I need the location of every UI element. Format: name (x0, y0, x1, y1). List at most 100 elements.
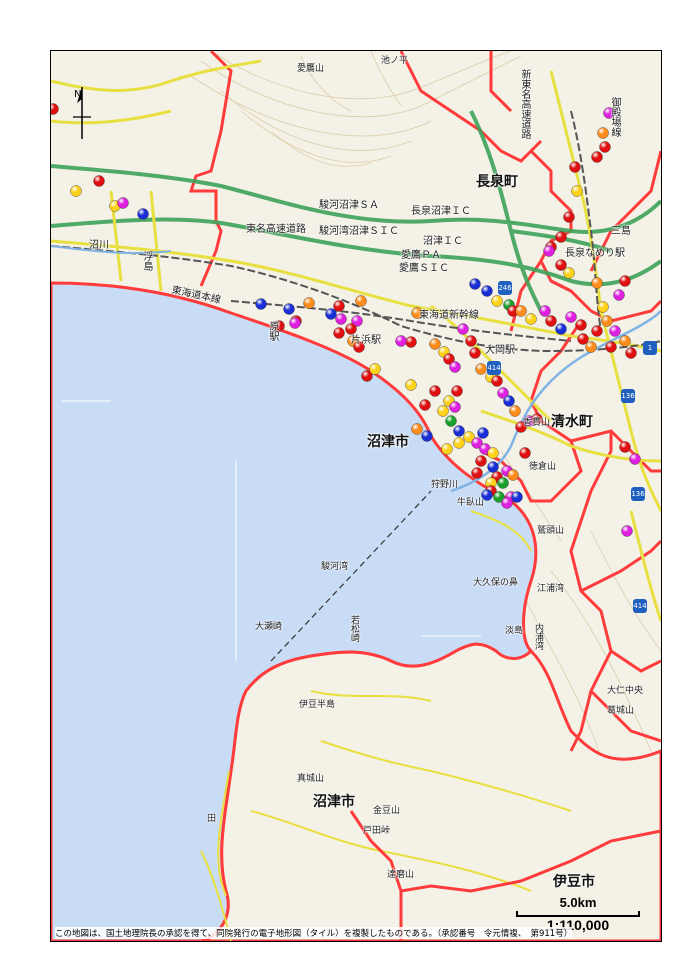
facility-marker[interactable] (591, 277, 603, 289)
facility-marker[interactable] (355, 295, 367, 307)
facility-marker[interactable] (465, 335, 477, 347)
facility-marker[interactable] (449, 401, 461, 413)
facility-marker[interactable] (469, 347, 481, 359)
label-numazu-sa: 駿河沼津ＳＡ (319, 200, 379, 211)
facility-marker[interactable] (545, 315, 557, 327)
label-uchiura: 内浦湾 (533, 623, 543, 650)
facility-marker[interactable] (451, 385, 463, 397)
facility-marker[interactable] (303, 297, 315, 309)
facility-marker[interactable] (601, 315, 613, 327)
label-aitaka-sic: 愛鷹ＳＩＣ (399, 263, 449, 274)
label-kanayama: 金豆山 (373, 806, 401, 816)
route-shield-414-north: 414 (487, 361, 501, 375)
facility-marker[interactable] (117, 197, 129, 209)
label-aitakayama: 愛鷹山 (297, 64, 325, 74)
facility-marker[interactable] (555, 231, 567, 243)
facility-marker[interactable] (429, 385, 441, 397)
facility-marker[interactable] (477, 427, 489, 439)
facility-marker[interactable] (501, 497, 513, 509)
facility-marker[interactable] (571, 185, 583, 197)
facility-marker[interactable] (453, 437, 465, 449)
facility-marker[interactable] (491, 295, 503, 307)
facility-marker[interactable] (597, 301, 609, 313)
map-frame[interactable]: N 愛鷹山 池ノ平 長泉町 新東名高速道路 東名高速道路 駿河沼津ＳＡ 駿河湾沼… (50, 50, 662, 942)
facility-marker[interactable] (475, 455, 487, 467)
label-nagaizumi: 長泉町 (476, 174, 518, 190)
facility-marker[interactable] (437, 405, 449, 417)
facility-marker[interactable] (591, 151, 603, 163)
facility-marker[interactable] (137, 208, 149, 220)
facility-marker[interactable] (629, 453, 641, 465)
facility-marker[interactable] (70, 185, 82, 197)
facility-marker[interactable] (345, 323, 357, 335)
facility-marker[interactable] (405, 336, 417, 348)
facility-marker[interactable] (411, 423, 423, 435)
facility-marker[interactable] (569, 161, 581, 173)
facility-marker[interactable] (597, 127, 609, 139)
facility-marker[interactable] (453, 425, 465, 437)
facility-marker[interactable] (519, 447, 531, 459)
facility-marker[interactable] (395, 335, 407, 347)
facility-marker[interactable] (619, 335, 631, 347)
label-wakamatsuzaki: 若松崎 (349, 615, 359, 642)
facility-marker[interactable] (283, 303, 295, 315)
facility-marker[interactable] (619, 441, 631, 453)
facility-marker[interactable] (625, 347, 637, 359)
facility-marker[interactable] (445, 415, 457, 427)
facility-marker[interactable] (577, 333, 589, 345)
facility-marker[interactable] (509, 405, 521, 417)
facility-marker[interactable] (491, 375, 503, 387)
facility-marker[interactable] (609, 325, 621, 337)
facility-marker[interactable] (621, 525, 633, 537)
facility-marker[interactable] (585, 341, 597, 353)
facility-marker[interactable] (575, 319, 587, 331)
facility-marker[interactable] (503, 395, 515, 407)
facility-marker[interactable] (511, 491, 523, 503)
facility-marker[interactable] (555, 323, 567, 335)
facility-marker[interactable] (325, 308, 337, 320)
facility-marker[interactable] (487, 461, 499, 473)
facility-marker[interactable] (405, 379, 417, 391)
facility-marker[interactable] (487, 447, 499, 459)
facility-marker[interactable] (619, 275, 631, 287)
facility-marker[interactable] (289, 317, 301, 329)
label-washizu: 鷲頭山 (537, 526, 565, 536)
label-izu-park: 大仁中央 (607, 686, 644, 696)
facility-marker[interactable] (471, 467, 483, 479)
facility-marker[interactable] (563, 267, 575, 279)
facility-marker[interactable] (333, 300, 345, 312)
facility-marker[interactable] (419, 399, 431, 411)
facility-marker[interactable] (429, 338, 441, 350)
facility-marker[interactable] (515, 305, 527, 317)
facility-marker[interactable] (475, 363, 487, 375)
label-numakawa: 沼川 (89, 240, 109, 251)
facility-marker[interactable] (421, 430, 433, 442)
facility-marker[interactable] (449, 361, 461, 373)
facility-marker[interactable] (525, 313, 537, 325)
label-kazurajo: 葛城山 (607, 706, 635, 716)
facility-marker[interactable] (605, 341, 617, 353)
facility-marker[interactable] (507, 469, 519, 481)
facility-marker[interactable] (469, 278, 481, 290)
facility-marker[interactable] (441, 443, 453, 455)
facility-marker[interactable] (555, 259, 567, 271)
facility-marker[interactable] (591, 325, 603, 337)
facility-marker[interactable] (613, 289, 625, 301)
facility-marker[interactable] (93, 175, 105, 187)
facility-marker[interactable] (539, 305, 551, 317)
route-shield-136-north: 136 (621, 389, 635, 403)
label-eura: 江浦湾 (537, 584, 565, 594)
facility-marker[interactable] (563, 211, 575, 223)
map-canvas[interactable] (51, 51, 661, 941)
facility-marker[interactable] (333, 327, 345, 339)
facility-marker[interactable] (369, 363, 381, 375)
facility-marker[interactable] (599, 141, 611, 153)
facility-marker[interactable] (543, 245, 555, 257)
facility-marker[interactable] (255, 298, 267, 310)
facility-marker[interactable] (457, 323, 469, 335)
label-daruma: 達磨山 (387, 870, 415, 880)
facility-marker[interactable] (565, 311, 577, 323)
facility-marker[interactable] (497, 477, 509, 489)
facility-marker[interactable] (335, 313, 347, 325)
facility-marker[interactable] (481, 285, 493, 297)
